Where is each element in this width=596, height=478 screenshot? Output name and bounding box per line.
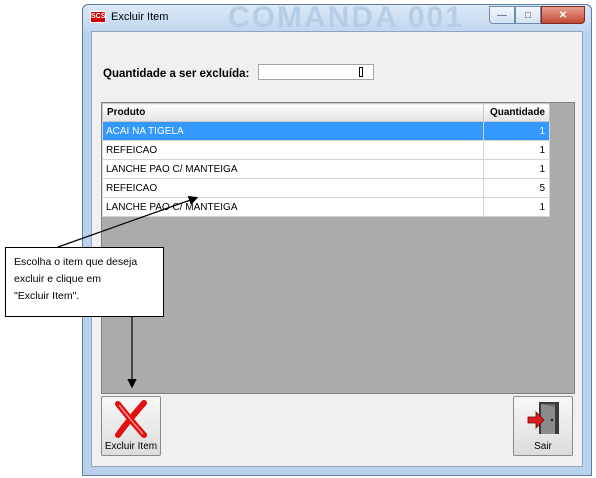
callout-line: "Excluir Item".	[14, 290, 80, 302]
instruction-callout: Escolha o item que deseja excluir e cliq…	[5, 247, 164, 317]
callout-line: excluir e clique em	[14, 273, 101, 285]
arrow-to-grid	[57, 195, 199, 248]
callout-line: Escolha o item que deseja	[14, 256, 138, 268]
callout-arrows	[57, 195, 199, 389]
